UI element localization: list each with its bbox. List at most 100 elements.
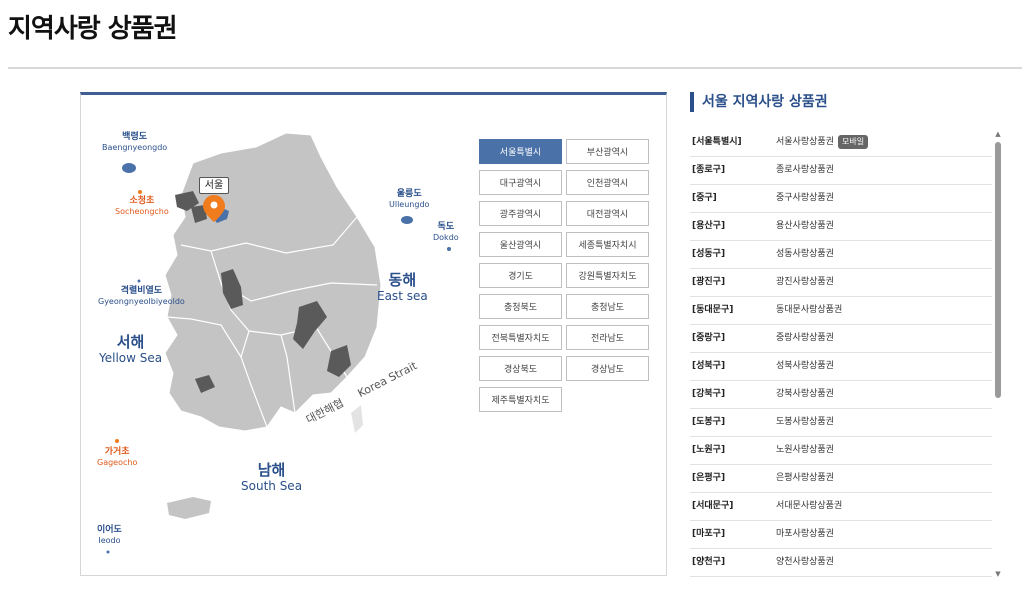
voucher-name-link[interactable]: 서대문사랑상품권 [776, 493, 842, 520]
region-button-1[interactable]: 부산광역시 [566, 139, 649, 164]
voucher-district: [용산구] [692, 221, 726, 231]
label-east-sea: 동해 East sea [377, 271, 428, 303]
voucher-name-text: 서대문사랑상품권 [776, 501, 843, 511]
voucher-name-link[interactable]: 양천사랑상품권 [776, 549, 834, 576]
voucher-name-text: 종로사랑상품권 [776, 165, 834, 175]
voucher-name-link[interactable]: 노원사랑상품권 [776, 437, 834, 464]
voucher-scrollbar[interactable]: ▲ ▼ [994, 130, 1002, 578]
voucher-district: [서대문구] [692, 501, 734, 511]
region-button-4[interactable]: 광주광역시 [479, 201, 562, 226]
voucher-name-link[interactable]: 광진사랑상품권 [776, 269, 834, 296]
voucher-district: [은평구] [692, 473, 726, 483]
region-button-6[interactable]: 울산광역시 [479, 232, 562, 257]
ieodo-dot [106, 550, 110, 554]
voucher-row[interactable]: [종로구] 종로사랑상품권 [690, 157, 992, 185]
voucher-row[interactable]: [강북구] 강북사랑상품권 [690, 381, 992, 409]
label-south-sea: 남해 South Sea [241, 461, 303, 493]
voucher-name-link[interactable]: 서울사랑상품권 모바일 [776, 129, 869, 156]
voucher-row[interactable]: [동대문구] 동대문사랑상품권 [690, 297, 992, 325]
region-button-9[interactable]: 강원특별자치도 [566, 263, 649, 288]
voucher-row[interactable]: [용산구] 용산사랑상품권 [690, 213, 992, 241]
voucher-name-text: 양천사랑상품권 [776, 557, 834, 567]
mainland-shape [164, 132, 382, 432]
region-button-12[interactable]: 전북특별자치도 [479, 325, 562, 350]
region-button-8[interactable]: 경기도 [479, 263, 562, 288]
label-dokdo: 독도 Dokdo [433, 222, 459, 243]
voucher-list[interactable]: [서울특별시] 서울사랑상품권 모바일 [종로구] 종로사랑상품권 [중구] 중구사랑상품권… [690, 129, 992, 589]
region-button-7[interactable]: 세종특별자치시 [566, 232, 649, 257]
voucher-district: [중랑구] [692, 333, 726, 343]
voucher-name-link[interactable]: 강북사랑상품권 [776, 381, 834, 408]
label-gageocho: 가거초 Gageocho [97, 447, 138, 468]
voucher-district: [광진구] [692, 277, 726, 287]
scroll-down-arrow-icon[interactable]: ▼ [994, 570, 1002, 578]
label-socheongcho: 소청초 Socheongcho [115, 196, 169, 217]
voucher-name-text: 은평사랑상품권 [776, 473, 834, 483]
voucher-name-text: 용산사랑상품권 [776, 221, 834, 231]
label-gyeongnyeolbiyeoldo: 격렬비열도 Gyeongnyeolbiyeoldo [98, 286, 185, 307]
title-divider [8, 67, 1022, 69]
region-button-14[interactable]: 경상북도 [479, 356, 562, 381]
region-button-13[interactable]: 전라남도 [566, 325, 649, 350]
voucher-district: [도봉구] [692, 417, 726, 427]
voucher-name-text: 도봉사랑상품권 [776, 417, 834, 427]
voucher-row[interactable]: [중구] 중구사랑상품권 [690, 185, 992, 213]
voucher-name-link[interactable]: 성북사랑상품권 [776, 353, 834, 380]
region-button-10[interactable]: 충청북도 [479, 294, 562, 319]
voucher-row[interactable]: [서울특별시] 서울사랑상품권 모바일 [690, 129, 992, 157]
scrollbar-thumb[interactable] [995, 142, 1001, 398]
voucher-row[interactable]: [서대문구] 서대문사랑상품권 [690, 493, 992, 521]
voucher-district: [서울특별시] [692, 137, 742, 147]
voucher-name-text: 광진사랑상품권 [776, 277, 834, 287]
voucher-district: [종로구] [692, 165, 726, 175]
voucher-name-text: 마포사랑상품권 [776, 529, 834, 539]
voucher-list-title: 서울 지역사랑 상품권 [690, 92, 828, 112]
voucher-name-text: 노원사랑상품권 [776, 445, 834, 455]
region-button-11[interactable]: 충청남도 [566, 294, 649, 319]
label-baengnyeongdo: 백령도 Baengnyeongdo [102, 132, 168, 153]
region-button-5[interactable]: 대전광역시 [566, 201, 649, 226]
voucher-name-text: 강북사랑상품권 [776, 389, 834, 399]
ulleungdo-island [401, 216, 413, 224]
map-panel: 서울 백령도 Baengnyeongdo 소청초 Socheongcho 울릉도… [80, 92, 667, 576]
mobile-badge: 모바일 [837, 134, 869, 149]
voucher-district: [양천구] [692, 557, 726, 567]
voucher-name-link[interactable]: 종로사랑상품권 [776, 157, 834, 184]
gyeongnyeolbiyeoldo-dot [137, 279, 141, 283]
voucher-row[interactable]: [양천구] 양천사랑상품권 [690, 549, 992, 577]
region-button-0[interactable]: 서울특별시 [479, 139, 562, 164]
voucher-district: [마포구] [692, 529, 726, 539]
scroll-up-arrow-icon[interactable]: ▲ [994, 130, 1002, 138]
voucher-name-text: 서울사랑상품권 [776, 137, 834, 147]
seoul-pin-label: 서울 [199, 177, 229, 194]
region-button-2[interactable]: 대구광역시 [479, 170, 562, 195]
voucher-row[interactable]: [성북구] 성북사랑상품권 [690, 353, 992, 381]
voucher-row[interactable]: [중랑구] 중랑사랑상품권 [690, 325, 992, 353]
voucher-name-link[interactable]: 도봉사랑상품권 [776, 409, 834, 436]
region-button-3[interactable]: 인천광역시 [566, 170, 649, 195]
voucher-row[interactable]: [은평구] 은평사랑상품권 [690, 465, 992, 493]
voucher-name-link[interactable]: 은평사랑상품권 [776, 465, 834, 492]
voucher-district: [노원구] [692, 445, 726, 455]
voucher-name-link[interactable]: 마포사랑상품권 [776, 521, 834, 548]
page-title: 지역사랑 상품권 [8, 14, 177, 44]
region-button-15[interactable]: 경상남도 [566, 356, 649, 381]
voucher-name-link[interactable]: 용산사랑상품권 [776, 213, 834, 240]
voucher-district: [동대문구] [692, 305, 734, 315]
strait-marker [351, 405, 363, 433]
voucher-row[interactable]: [광진구] 광진사랑상품권 [690, 269, 992, 297]
voucher-name-link[interactable]: 중랑사랑상품권 [776, 325, 834, 352]
label-yellow-sea: 서해 Yellow Sea [99, 333, 163, 365]
voucher-name-text: 중구사랑상품권 [776, 193, 834, 203]
voucher-name-link[interactable]: 동대문사랑상품권 [776, 297, 842, 324]
voucher-row[interactable]: [마포구] 마포사랑상품권 [690, 521, 992, 549]
voucher-name-link[interactable]: 중구사랑상품권 [776, 185, 834, 212]
dokdo-dot [447, 247, 451, 251]
voucher-row[interactable]: [노원구] 노원사랑상품권 [690, 437, 992, 465]
voucher-row[interactable]: [성동구] 성동사랑상품권 [690, 241, 992, 269]
label-ieodo: 이어도 Ieodo [97, 525, 122, 546]
voucher-row[interactable]: [도봉구] 도봉사랑상품권 [690, 409, 992, 437]
region-button-16[interactable]: 제주특별자치도 [479, 387, 562, 412]
voucher-name-link[interactable]: 성동사랑상품권 [776, 241, 834, 268]
baengnyeongdo-island [122, 163, 136, 173]
